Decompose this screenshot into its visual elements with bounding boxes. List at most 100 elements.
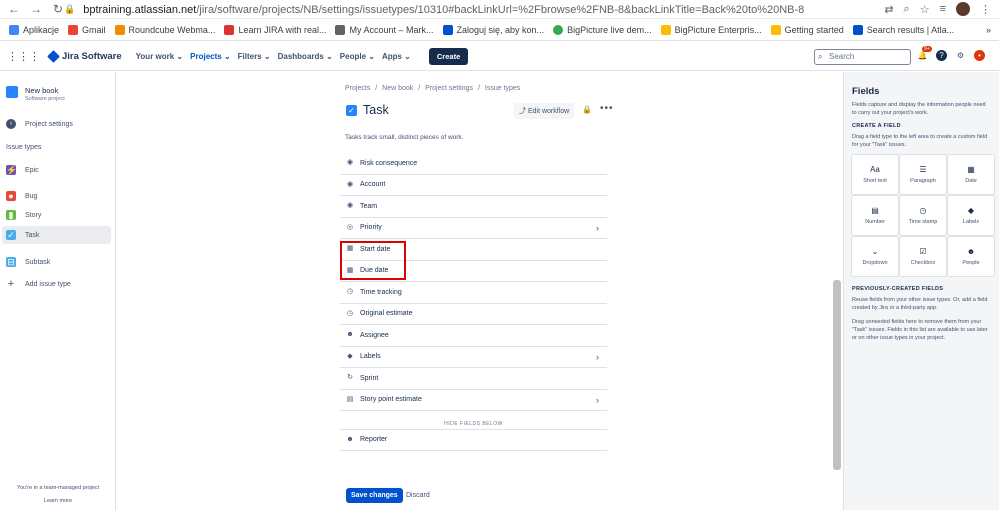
nav-filters[interactable]: Filters ⌄ [238,52,271,61]
sidebar-item-label: Bug [25,192,38,200]
bookmark-zaloguj[interactable]: Zaloguj się, aby kon... [442,25,544,35]
page-title: ✓ Task [346,103,389,117]
app-switcher-icon[interactable]: ⋮⋮⋮ [7,50,40,63]
sidebar-item-task[interactable]: ✓ Task [6,230,39,240]
jira-topbar: ⋮⋮⋮ Jira Software Your work ⌄ Projects ⌄… [0,43,999,71]
nav-projects[interactable]: Projects ⌄ [190,52,231,61]
sidebar-item-label: Project settings [25,120,73,128]
bookmark-roundcube[interactable]: Roundcube Webma... [114,25,215,35]
tile-label: Checkbox [910,260,936,266]
project-settings-link[interactable]: ‹ Project settings [6,119,73,129]
bookmark-bigpicture-ent[interactable]: BigPicture Enterpris... [660,25,762,35]
create-button[interactable]: Create [428,48,469,65]
url-bar[interactable]: 🔒 bptraining.atlassian.net/jira/software… [64,0,804,19]
nav-people[interactable]: People ⌄ [340,52,375,61]
jira-logo[interactable]: Jira Software [47,50,122,63]
sidebar-item-epic[interactable]: ⚡ Epic [6,165,39,175]
breadcrumb-projects[interactable]: Projects [345,85,370,92]
zoom-icon[interactable]: ⌕ [904,3,910,16]
bookmark-gmail[interactable]: Gmail [68,25,106,35]
edit-workflow-button[interactable]: ⤴ Edit workflow [514,103,575,119]
bookmark-bigpicture-live[interactable]: BigPicture live dem... [553,25,652,35]
field-priority[interactable]: ◎ Priority › [340,218,607,239]
breadcrumb-settings[interactable]: Project settings [425,85,473,92]
bookmark-search-results[interactable]: Search results | Atla... [852,25,954,35]
project-header[interactable]: New book Software project [6,86,65,102]
bookmarks-overflow[interactable]: » [986,25,991,35]
bookmark-my-account[interactable]: My Account – Mark... [335,25,434,35]
notifications-button[interactable]: 🔔 9+ [917,46,932,61]
field-label: Team [360,202,378,210]
tile-people[interactable]: ☻ People [948,237,994,276]
lock-icon[interactable]: 🔒 [582,105,592,114]
tile-checkbox[interactable]: ☑ Checkbox [900,237,946,276]
back-icon[interactable]: ← [6,2,22,16]
previous-fields-text: Reuse fields from your other issue types… [852,297,988,311]
tile-paragraph[interactable]: ☰ Paragraph [900,155,946,194]
sidebar-item-label: Epic [25,166,39,174]
add-issue-type-button[interactable]: + Add issue type [6,279,71,290]
sidebar-item-subtask[interactable]: ⊟ Subtask [6,257,50,267]
nav-dashboards[interactable]: Dashboards ⌄ [278,52,333,61]
nav-label: Projects [190,52,222,61]
bookmark-getting-started[interactable]: Getting started [770,25,844,35]
issue-type-name[interactable]: Task [363,103,389,117]
tile-number[interactable]: ▤ Number [852,196,898,235]
bookmark-apps[interactable]: Aplikacje [9,25,59,35]
star-icon[interactable]: ☆ [920,3,930,16]
tile-label: Labels [962,219,980,225]
reading-list-icon[interactable]: ≡ [940,3,946,15]
forward-icon[interactable]: → [28,2,44,16]
create-field-text: Drag a field type to the left area to cr… [852,134,988,148]
profile-avatar[interactable] [956,2,970,16]
scrollbar[interactable] [833,280,841,470]
tile-time-stamp[interactable]: ◷ Time stamp [900,196,946,235]
help-icon[interactable]: ? [936,50,947,61]
nav-apps[interactable]: Apps ⌄ [382,52,411,61]
previous-fields-heading: PREVIOUSLY-CREATED FIELDS [852,286,944,292]
chevron-right-icon[interactable]: › [596,395,599,405]
field-story-point-estimate[interactable]: ▤ Story point estimate › [340,390,607,411]
nav-your-work[interactable]: Your work ⌄ [136,52,183,61]
field-team[interactable]: ◉ Team [340,196,607,218]
more-actions-icon[interactable]: ••• [600,103,614,114]
translate-icon[interactable]: ⇄ [884,3,893,16]
search-input[interactable]: ⌕ Search [814,49,911,65]
issue-type-description[interactable]: Tasks track small, distinct pieces of wo… [345,134,463,141]
user-avatar[interactable]: • [974,50,985,61]
breadcrumb-issue-types[interactable]: Issue types [485,85,520,92]
field-reporter[interactable]: ☻ Reporter [340,429,607,451]
panel-intro: Fields capture and display the informati… [852,102,986,116]
gear-icon[interactable]: ⚙ [955,50,966,61]
person-icon: ☻ [346,435,354,443]
field-risk-consequence[interactable]: ◉ Risk consequence [340,153,607,175]
field-sprint[interactable]: ↻ Sprint [340,368,607,390]
bookmark-label: Learn JIRA with real... [238,25,327,35]
chevron-right-icon[interactable]: › [596,223,599,233]
bookmark-learn-jira[interactable]: Learn JIRA with real... [224,25,326,35]
field-account[interactable]: ◉ Account [340,175,607,196]
learn-more-link[interactable]: Learn more [0,495,116,508]
sidebar-item-story[interactable]: ▮ Story [6,210,41,220]
folder-icon [660,25,671,35]
number-icon: ▤ [871,206,879,215]
tile-date[interactable]: ▦ Date [948,155,994,194]
breadcrumb-project[interactable]: New book [382,85,413,92]
discard-button[interactable]: Discard [406,492,430,499]
dropdown-field-icon: ◉ [346,159,354,167]
save-changes-button[interactable]: Save changes [346,488,403,503]
field-original-estimate[interactable]: ◷ Original estimate [340,304,607,325]
field-label: Time tracking [360,288,402,296]
menu-icon[interactable]: ⋮ [980,3,991,16]
tile-short-text[interactable]: Aa Short text [852,155,898,194]
field-time-tracking[interactable]: ◷ Time tracking [340,282,607,304]
text-icon: Aa [870,165,880,174]
project-sidebar: New book Software project ‹ Project sett… [0,72,116,510]
chevron-right-icon[interactable]: › [596,352,599,362]
field-assignee[interactable]: ☻ Assignee [340,325,607,347]
tile-dropdown[interactable]: ⌄ Dropdown [852,237,898,276]
tile-labels[interactable]: ◆ Labels [948,196,994,235]
sidebar-item-bug[interactable]: ● Bug [6,191,37,201]
jira-logo-icon [47,50,60,63]
field-labels[interactable]: ◆ Labels › [340,347,607,368]
